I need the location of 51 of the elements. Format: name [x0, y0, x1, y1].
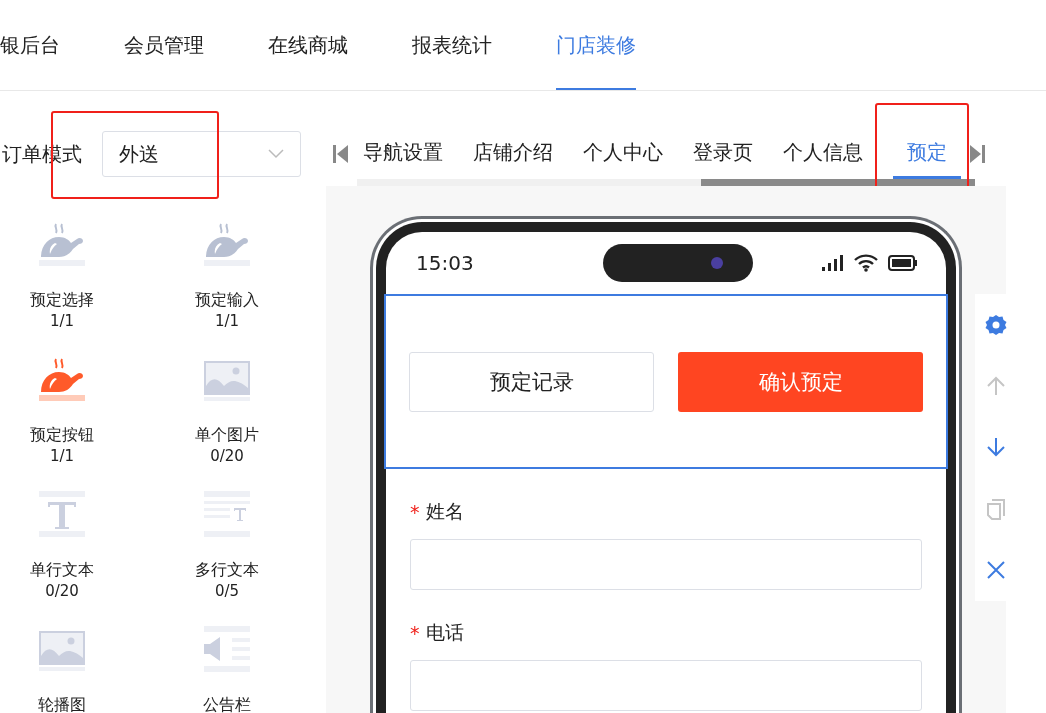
page-tab[interactable]: 店铺介绍: [473, 129, 553, 179]
page-tab[interactable]: 个人中心: [583, 129, 663, 179]
nav-tab[interactable]: 门店装修: [556, 0, 636, 90]
component-item[interactable]: 预定选择 1/1: [0, 221, 124, 356]
signal-icon: [822, 255, 844, 271]
order-mode-select[interactable]: 外送: [102, 131, 301, 177]
component-name: 轮播图: [38, 694, 86, 713]
nav-tab[interactable]: 报表统计: [412, 0, 492, 90]
component-count: 1/1: [49, 311, 75, 331]
component-name: 预定选择: [30, 289, 94, 311]
required-mark: *: [410, 501, 420, 523]
input-field[interactable]: [410, 660, 922, 711]
component-name: 单行文本: [30, 559, 94, 581]
page-tab[interactable]: 个人信息: [783, 129, 863, 179]
page-tab[interactable]: 导航设置: [363, 129, 443, 179]
scroll-left-icon[interactable]: [333, 144, 349, 164]
component-count: 0/20: [210, 446, 244, 466]
field-label: 电话: [425, 620, 464, 645]
caret-icon: [268, 149, 284, 159]
reservation-records-button[interactable]: 预定记录: [409, 351, 654, 412]
selected-block[interactable]: 预定记录 确认预定: [384, 294, 948, 469]
input-field[interactable]: [410, 539, 922, 590]
component-item[interactable]: 多行文本 0/5: [124, 491, 330, 626]
scrollbar-thumb[interactable]: [701, 179, 975, 186]
field-label: 姓名: [425, 499, 464, 524]
required-mark: *: [410, 622, 420, 644]
component-count: 0/5: [214, 581, 240, 601]
component-name: 预定输入: [195, 289, 259, 311]
component-item[interactable]: 轮播图: [0, 626, 124, 713]
component-item[interactable]: 单个图片 0/20: [124, 356, 330, 491]
nav-tab[interactable]: 银后台: [0, 0, 60, 90]
status-time: 15:03: [416, 251, 474, 275]
component-item[interactable]: 预定按钮 1/1: [0, 356, 124, 491]
component-count: 1/1: [49, 446, 75, 466]
arrow-down-icon[interactable]: [985, 436, 1007, 459]
wifi-icon: [854, 254, 878, 272]
component-item[interactable]: 公告栏: [124, 626, 330, 713]
nav-tab[interactable]: 会员管理: [124, 0, 204, 90]
page-tab[interactable]: 登录页: [693, 129, 753, 179]
component-item[interactable]: 预定输入 1/1: [124, 221, 330, 356]
component-name: 公告栏: [203, 694, 251, 713]
component-count: 0/20: [45, 581, 79, 601]
component-item[interactable]: 单行文本 0/20: [0, 491, 124, 626]
settings-icon[interactable]: [985, 313, 1007, 336]
battery-icon: [888, 255, 918, 271]
component-name: 预定按钮: [30, 424, 94, 446]
component-count: 1/1: [214, 311, 240, 331]
component-name: 单个图片: [195, 424, 259, 446]
nav-tab[interactable]: 在线商城: [268, 0, 348, 90]
component-name: 多行文本: [195, 559, 259, 581]
scroll-right-icon[interactable]: [969, 144, 985, 164]
